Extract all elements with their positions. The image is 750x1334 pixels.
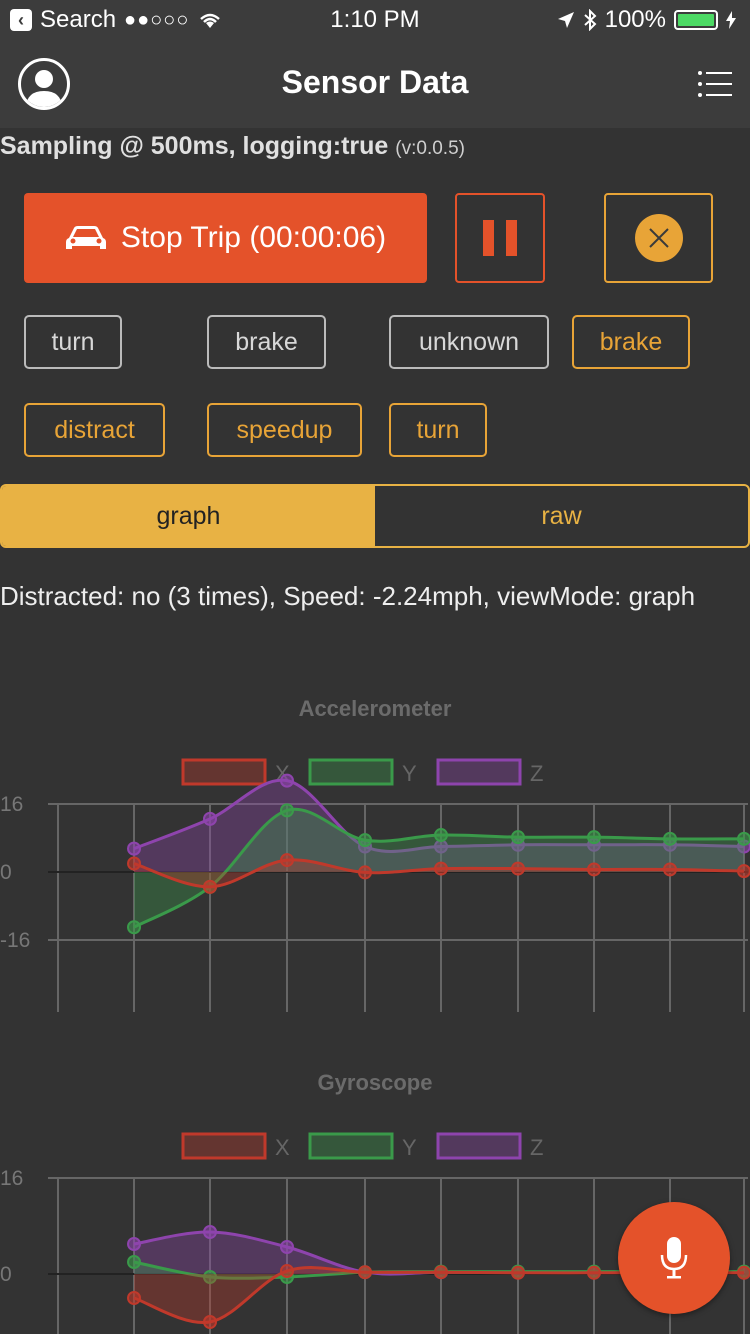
legend-swatch-y[interactable] [308, 1132, 394, 1160]
data-point-z[interactable] [127, 1237, 141, 1251]
data-point-x[interactable] [127, 1291, 141, 1305]
data-point-x[interactable] [511, 861, 525, 876]
status-bar-right: 100% [557, 6, 736, 34]
pause-button[interactable] [455, 193, 545, 283]
data-point-x[interactable] [737, 1265, 750, 1280]
data-point-z[interactable] [280, 1240, 294, 1254]
data-point-y[interactable] [663, 831, 677, 846]
microphone-icon [660, 1237, 688, 1279]
battery-percent: 100% [604, 6, 666, 33]
y-tick-label: 16 [0, 1167, 23, 1190]
legend-swatch-z[interactable] [436, 758, 522, 786]
y-tick-label: 16 [0, 793, 23, 816]
data-point-x[interactable] [127, 856, 141, 871]
version-text: (v:0.0.5) [395, 138, 465, 159]
legend-label-z: Z [530, 761, 543, 786]
data-point-x[interactable] [434, 861, 448, 876]
view-mode-segmented-control: graph raw [0, 484, 750, 548]
data-point-x[interactable] [511, 1265, 525, 1280]
data-point-z[interactable] [127, 841, 141, 856]
data-point-x[interactable] [358, 1265, 372, 1280]
tag-brake-selected[interactable]: brake [572, 315, 690, 369]
tag-unknown[interactable]: unknown [389, 315, 549, 369]
data-point-y[interactable] [737, 831, 750, 846]
data-point-z[interactable] [203, 811, 217, 826]
close-icon [634, 214, 683, 262]
data-point-x[interactable] [587, 862, 601, 877]
data-point-x[interactable] [737, 864, 750, 879]
tab-graph[interactable]: graph [2, 486, 375, 546]
sampling-text: Sampling @ 500ms, logging:true [0, 132, 389, 160]
data-point-y[interactable] [434, 828, 448, 843]
page-title: Sensor Data [281, 64, 469, 100]
accelerometer-plot: X Y Z160-16 [0, 758, 750, 1012]
data-point-y[interactable] [280, 803, 294, 818]
y-tick-label: -16 [0, 929, 30, 952]
tab-raw[interactable]: raw [375, 486, 748, 546]
data-point-x[interactable] [358, 865, 372, 880]
data-point-y[interactable] [127, 1255, 141, 1269]
legend-label-y: Y [402, 1135, 417, 1160]
tag-speedup[interactable]: speedup [207, 403, 362, 457]
tag-turn-selected[interactable]: turn [389, 403, 487, 457]
data-point-y[interactable] [358, 833, 372, 848]
trip-info-text: Distracted: no (3 times), Speed: -2.24mp… [0, 581, 696, 611]
legend-swatch-z[interactable] [436, 1132, 522, 1160]
data-point-z[interactable] [203, 1225, 217, 1239]
sampling-status: Sampling @ 500ms, logging:true (v:0.0.5) [0, 132, 465, 161]
data-point-x[interactable] [280, 1264, 294, 1278]
nav-bar: Sensor Data [0, 40, 750, 128]
cancel-trip-button[interactable] [604, 193, 713, 283]
location-arrow-icon [557, 12, 574, 28]
pause-icon [483, 220, 494, 256]
battery-icon [674, 10, 718, 30]
data-point-x[interactable] [203, 879, 217, 894]
data-point-y[interactable] [127, 920, 141, 935]
legend-label-x: X [275, 1135, 290, 1160]
tag-distract[interactable]: distract [24, 403, 165, 457]
y-tick-label: 0 [0, 1263, 12, 1286]
accelerometer-chart: Accelerometer X Y Z 16 0 -16 [0, 690, 750, 1030]
data-point-x[interactable] [203, 1315, 217, 1329]
menu-list-icon[interactable] [698, 70, 732, 98]
charging-bolt-icon [726, 11, 736, 29]
data-point-y[interactable] [587, 830, 601, 845]
data-point-x[interactable] [663, 862, 677, 877]
legend-label-z: Z [530, 1135, 543, 1160]
status-bar: ‹ Search ●●○○○ 1:10 PM 100% [0, 0, 750, 40]
stop-trip-button[interactable]: Stop Trip (00:00:06) [24, 193, 427, 283]
voice-record-button[interactable] [618, 1202, 730, 1314]
tag-turn[interactable]: turn [24, 315, 122, 369]
data-point-z[interactable] [280, 773, 294, 788]
tag-brake[interactable]: brake [207, 315, 326, 369]
data-point-x[interactable] [280, 853, 294, 868]
data-point-x[interactable] [587, 1265, 601, 1280]
legend-swatch-x[interactable] [181, 1132, 267, 1160]
bluetooth-icon [583, 9, 597, 31]
car-icon [65, 226, 106, 249]
stop-trip-label: Stop Trip (00:00:06) [120, 221, 387, 254]
pause-icon-bar [506, 220, 517, 256]
legend-swatch-y[interactable] [308, 758, 394, 786]
data-point-y[interactable] [511, 830, 525, 845]
legend-swatch-x[interactable] [181, 758, 267, 786]
legend-label-y: Y [402, 761, 417, 786]
data-point-x[interactable] [434, 1265, 448, 1280]
y-tick-label: 0 [0, 861, 12, 884]
